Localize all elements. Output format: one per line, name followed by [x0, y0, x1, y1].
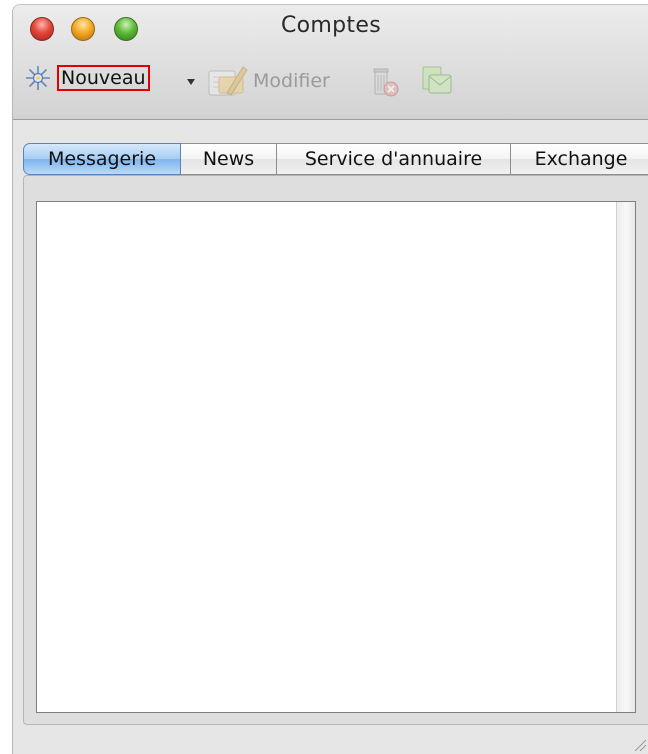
toolbar: Nouveau Modifier — [13, 57, 648, 107]
vertical-scrollbar[interactable] — [616, 202, 635, 712]
window-title: Comptes — [281, 13, 381, 38]
new-account-button[interactable]: Nouveau — [25, 65, 150, 91]
account-type-tabs: Messagerie News Service d'annuaire Excha… — [23, 143, 648, 177]
new-account-label: Nouveau — [57, 65, 150, 91]
tab-news[interactable]: News — [181, 143, 277, 175]
tab-exchange[interactable]: Exchange — [511, 143, 648, 175]
resize-grip-icon[interactable] — [631, 736, 647, 752]
delete-account-button[interactable] — [365, 63, 401, 99]
edit-pencil-icon — [205, 63, 249, 99]
dropdown-arrow-icon[interactable] — [187, 79, 195, 85]
accounts-window: Comptes Nouveau Modifier Messagerie News… — [12, 4, 648, 754]
title-bar[interactable]: Comptes — [13, 5, 648, 49]
tab-messagerie[interactable]: Messagerie — [23, 143, 181, 175]
tab-service-annuaire[interactable]: Service d'annuaire — [277, 143, 511, 175]
trash-icon — [365, 63, 401, 99]
set-default-button[interactable] — [417, 63, 457, 99]
accounts-list[interactable] — [36, 201, 636, 713]
edit-account-button[interactable]: Modifier — [205, 63, 330, 99]
edit-account-label: Modifier — [253, 70, 330, 92]
window-chrome: Comptes Nouveau Modifier — [13, 5, 648, 120]
sparkle-star-icon — [25, 65, 51, 91]
mail-account-icon — [417, 63, 457, 99]
